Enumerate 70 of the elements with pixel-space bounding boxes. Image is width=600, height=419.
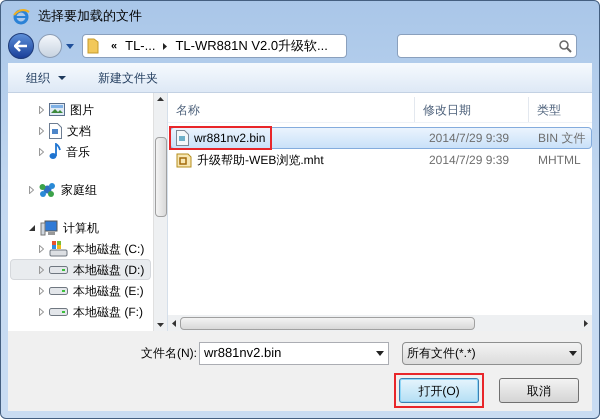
drive-icon bbox=[49, 308, 68, 316]
file-type: BIN 文件 bbox=[537, 130, 586, 147]
web-document-icon bbox=[176, 152, 192, 168]
up-arrow-icon[interactable] bbox=[157, 97, 164, 101]
column-header[interactable]: 修改日期 bbox=[415, 97, 529, 122]
breadcrumb-item[interactable]: TL-... bbox=[125, 36, 156, 56]
left-arrow-icon[interactable] bbox=[172, 320, 176, 326]
file-name: wr881nv2.bin bbox=[194, 130, 266, 147]
expanded-arrow-icon[interactable] bbox=[29, 224, 35, 230]
address-bar[interactable]: « TL-... TL-WR881N V2.0升级软... bbox=[82, 34, 347, 58]
breadcrumb-item[interactable]: TL-WR881N V2.0升级软... bbox=[175, 36, 328, 56]
tree-item[interactable]: 本地磁盘 (C:) bbox=[10, 238, 151, 259]
toolbar-button[interactable]: 组织 bbox=[26, 68, 66, 86]
browser-icon bbox=[12, 7, 30, 25]
homegroup-icon bbox=[39, 181, 56, 198]
file-row[interactable]: wr881nv2.bin 2014/7/29 9:39 BIN 文件 bbox=[170, 127, 592, 149]
down-arrow-icon[interactable] bbox=[157, 323, 164, 327]
search-field[interactable] bbox=[397, 34, 577, 58]
dialog-button[interactable]: 打开(O) bbox=[399, 378, 479, 403]
expand-arrow-icon[interactable] bbox=[39, 126, 44, 134]
expand-arrow-icon[interactable] bbox=[39, 266, 44, 274]
column-header[interactable]: 名称 bbox=[168, 97, 415, 122]
drive-icon bbox=[49, 286, 68, 294]
system-drive-icon bbox=[49, 240, 68, 257]
scrollbar-thumb[interactable] bbox=[180, 316, 475, 330]
caret-icon[interactable] bbox=[376, 350, 384, 356]
horizontal-scrollbar[interactable] bbox=[168, 315, 592, 331]
vertical-scrollbar[interactable] bbox=[153, 93, 167, 331]
window-title: 选择要加载的文件 bbox=[38, 7, 142, 26]
dialog-button[interactable]: 取消 bbox=[499, 378, 579, 403]
expand-arrow-icon[interactable] bbox=[29, 186, 34, 194]
expand-arrow-icon[interactable] bbox=[39, 286, 44, 294]
music-note-icon bbox=[49, 143, 61, 160]
file-icon bbox=[176, 130, 189, 146]
computer-icon bbox=[40, 220, 58, 236]
tree-item[interactable]: 本地磁盘 (F:) bbox=[10, 301, 151, 322]
filename-field[interactable]: wr881nv2.bin bbox=[199, 342, 389, 364]
expand-arrow-icon[interactable] bbox=[39, 106, 44, 114]
caret-icon bbox=[569, 350, 577, 356]
breadcrumb-item[interactable]: « bbox=[111, 38, 118, 54]
picture-icon bbox=[49, 103, 65, 116]
chevron-icon bbox=[163, 42, 168, 50]
file-type: MHTML bbox=[537, 152, 582, 169]
file-date: 2014/7/29 9:39 bbox=[428, 130, 510, 147]
tree-item[interactable]: 家庭组 bbox=[10, 179, 151, 200]
folder-icon bbox=[87, 38, 99, 54]
file-name: 升级帮助-WEB浏览.mht bbox=[197, 152, 324, 169]
file-date: 2014/7/29 9:39 bbox=[428, 152, 510, 169]
expand-arrow-icon[interactable] bbox=[39, 244, 44, 252]
expand-arrow-icon[interactable] bbox=[39, 308, 44, 316]
file-row[interactable]: 升级帮助-WEB浏览.mht 2014/7/29 9:39 MHTML bbox=[170, 149, 592, 171]
filename-label: 文件名(N): bbox=[141, 345, 198, 362]
column-header[interactable]: 类型 bbox=[529, 97, 589, 122]
drive-icon bbox=[49, 266, 68, 274]
left-arrow-icon bbox=[14, 40, 28, 52]
tree-item[interactable]: 音乐 bbox=[10, 141, 151, 162]
filetype-dropdown[interactable]: 所有文件(*.*) bbox=[402, 342, 582, 364]
right-arrow-icon[interactable] bbox=[584, 320, 588, 326]
tree-item[interactable]: 本地磁盘 (E:) bbox=[10, 280, 151, 301]
document-icon bbox=[49, 122, 62, 138]
tree-item[interactable]: 本地磁盘 (D:) bbox=[10, 259, 151, 280]
expand-arrow-icon[interactable] bbox=[39, 148, 44, 156]
tree-item[interactable]: 文档 bbox=[10, 120, 151, 141]
scrollbar-thumb[interactable] bbox=[154, 137, 166, 217]
back-button[interactable] bbox=[8, 33, 34, 59]
search-icon bbox=[559, 40, 572, 52]
tree-item[interactable]: 图片 bbox=[10, 99, 151, 120]
tree-item[interactable]: 计算机 bbox=[10, 217, 151, 238]
caret-icon bbox=[58, 76, 66, 80]
toolbar-button[interactable]: 新建文件夹 bbox=[98, 68, 158, 86]
